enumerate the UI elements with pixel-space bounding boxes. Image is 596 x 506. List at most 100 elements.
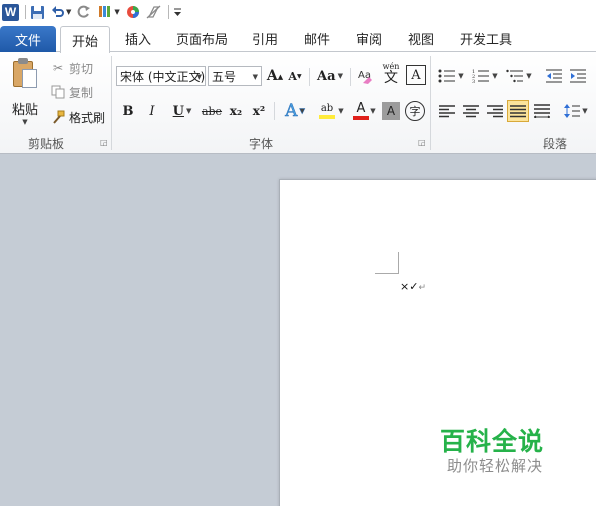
format-painter-icon	[99, 6, 111, 17]
document-page[interactable]: ×✓↵	[279, 179, 596, 506]
paste-dropdown-icon[interactable]: ▼	[22, 118, 27, 126]
paragraph-group-label: 段落	[543, 137, 568, 151]
font-name-combo[interactable]: 宋体 (中文正文) ▼	[116, 66, 206, 86]
numbering-button[interactable]: 1 2 3 ▼	[470, 65, 500, 87]
font-launcher-icon[interactable]: ◲	[418, 138, 426, 147]
format-painter-qat-button[interactable]: ▼	[97, 3, 120, 21]
document-text[interactable]: ×✓↵	[400, 280, 426, 293]
brush-icon	[50, 109, 66, 125]
margin-corner-mark	[375, 252, 399, 274]
italic-button[interactable]: I	[142, 100, 162, 122]
grow-font-icon: A	[266, 68, 278, 84]
tab-references[interactable]: 引用	[246, 24, 284, 52]
character-border-button[interactable]: A	[406, 65, 426, 85]
tab-developer[interactable]: 开发工具	[454, 24, 518, 52]
phonetic-guide-icon: 文	[384, 70, 398, 86]
shrink-font-button[interactable]: A ▼	[287, 65, 303, 87]
copy-button[interactable]: 复制	[50, 82, 93, 102]
ribbon-tabs: 文件 开始 插入 页面布局 引用 邮件 审阅 视图 开发工具	[0, 24, 596, 53]
group-separator	[111, 56, 112, 150]
font-name-value: 宋体 (中文正文)	[120, 69, 206, 84]
shrink-font-icon: A	[288, 69, 297, 83]
tab-page-layout[interactable]: 页面布局	[170, 24, 234, 52]
quick-access-toolbar: W ▼ ▼	[0, 0, 596, 24]
justify-button[interactable]	[507, 100, 529, 122]
font-separator	[309, 68, 310, 86]
undo-dropdown-icon[interactable]: ▼	[66, 8, 71, 16]
clipboard-group-label: 剪贴板	[28, 137, 65, 151]
redo-button[interactable]	[77, 3, 91, 21]
align-right-icon	[487, 104, 503, 117]
watermark-title: 百科全说	[440, 427, 545, 456]
change-case-icon: Aa	[317, 68, 336, 84]
svg-text:3: 3	[472, 79, 475, 83]
tab-view[interactable]: 视图	[402, 24, 440, 52]
tab-mailings[interactable]: 邮件	[298, 24, 336, 52]
tab-file[interactable]: 文件	[0, 26, 56, 52]
tab-insert[interactable]: 插入	[118, 24, 158, 52]
align-center-icon	[463, 104, 479, 117]
paragraph-mark: ↵	[418, 283, 426, 293]
font-size-dropdown-icon[interactable]: ▼	[253, 73, 258, 81]
align-left-icon	[439, 104, 455, 117]
strikethrough-button[interactable]: abe	[201, 100, 223, 122]
highlight-dropdown-icon[interactable]: ▼	[336, 100, 344, 122]
highlight-icon: ab	[320, 102, 334, 114]
tab-review[interactable]: 审阅	[350, 24, 388, 52]
increase-indent-button[interactable]	[568, 65, 588, 87]
bold-button[interactable]: B	[118, 100, 138, 122]
bullets-button[interactable]: ▼	[436, 65, 466, 87]
font-separator-2	[350, 68, 351, 86]
color-button[interactable]	[126, 3, 140, 21]
subscript-button[interactable]: x₂	[226, 100, 246, 122]
format-painter-button[interactable]: 格式刷	[50, 107, 105, 127]
undo-icon	[52, 6, 64, 17]
font-name-dropdown-icon[interactable]: ▼	[197, 73, 202, 81]
text-effects-button[interactable]: A ▼	[280, 100, 310, 122]
cut-label: 剪切	[69, 61, 94, 76]
clear-formatting-button[interactable]: Aa	[356, 65, 376, 87]
scissors-icon: ✂	[52, 61, 64, 75]
format-painter-dropdown-icon[interactable]: ▼	[114, 8, 119, 16]
align-right-button[interactable]	[484, 100, 506, 122]
clear-format-icon	[146, 5, 161, 19]
clear-format-button[interactable]	[146, 3, 162, 21]
copy-icon	[50, 84, 66, 100]
character-border-icon: A	[411, 67, 421, 83]
line-spacing-button[interactable]: ▼	[562, 100, 590, 122]
justify-icon	[510, 104, 526, 117]
clipboard-launcher-icon[interactable]: ◲	[100, 138, 108, 147]
paste-button[interactable]: 粘贴 ▼	[6, 56, 44, 126]
multilevel-list-button[interactable]: ▼	[504, 65, 534, 87]
save-button[interactable]	[30, 3, 45, 21]
tab-home[interactable]: 开始	[60, 26, 110, 53]
distributed-button[interactable]	[531, 100, 553, 122]
word-app-icon[interactable]: W	[2, 3, 19, 21]
underline-dropdown-icon[interactable]: ▼	[186, 107, 191, 115]
word-logo-icon: W	[2, 3, 19, 21]
superscript-button[interactable]: x²	[249, 100, 269, 122]
cut-button[interactable]: ✂ 剪切	[50, 58, 93, 78]
distributed-icon	[534, 104, 550, 118]
undo-button[interactable]: ▼	[51, 3, 71, 21]
align-left-button[interactable]	[436, 100, 458, 122]
align-center-button[interactable]	[460, 100, 482, 122]
text-effects-icon: A	[285, 101, 298, 122]
font-group-label: 字体	[249, 137, 274, 151]
font-color-dropdown-icon[interactable]: ▼	[368, 100, 376, 122]
decrease-indent-button[interactable]	[544, 65, 564, 87]
enclose-characters-button[interactable]: 字	[405, 101, 425, 121]
grow-font-button[interactable]: A ▲	[266, 65, 284, 87]
paste-icon	[12, 58, 38, 89]
character-shading-button[interactable]: A	[382, 102, 400, 120]
line-spacing-icon	[564, 104, 581, 118]
ribbon-home: 粘贴 ▼ ✂ 剪切 复制 格式刷 剪贴板 ◲ 宋体 (中文正文) ▼ 五号 ▼ …	[0, 52, 596, 154]
font-size-combo[interactable]: 五号 ▼	[208, 66, 262, 86]
underline-icon: U	[172, 103, 184, 119]
underline-button[interactable]: U ▼	[166, 100, 198, 122]
multilevel-list-icon	[506, 69, 524, 83]
change-case-button[interactable]: Aa ▼	[316, 65, 344, 87]
phonetic-guide-button[interactable]: wén 文	[380, 63, 402, 86]
customize-qat-button[interactable]	[173, 3, 182, 21]
clear-formatting-icon: Aa	[358, 70, 372, 84]
